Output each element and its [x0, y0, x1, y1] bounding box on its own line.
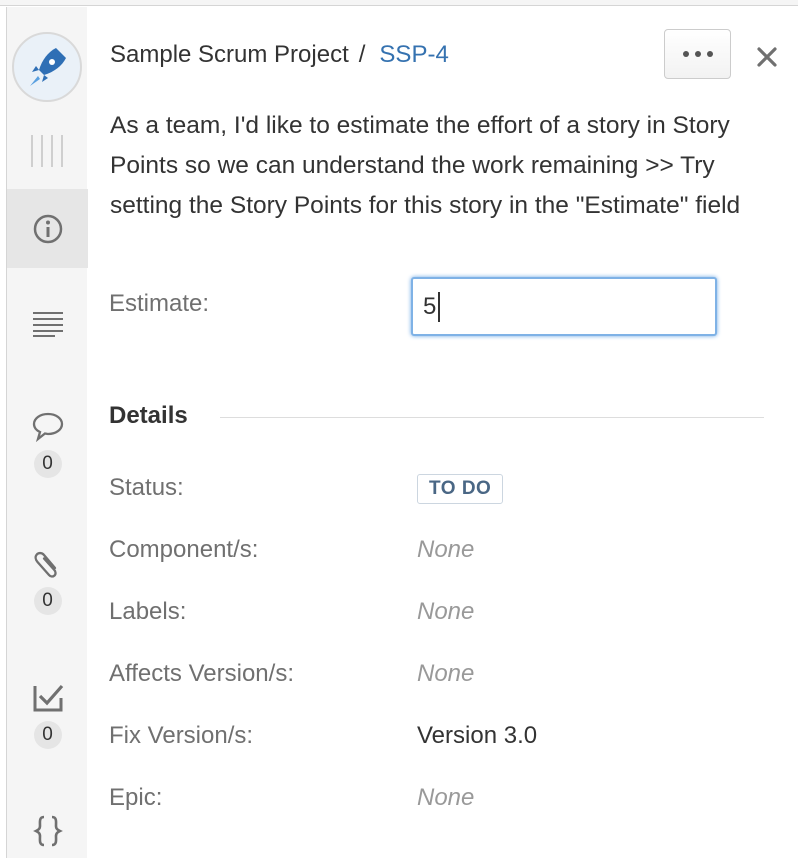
- issue-nav-rail: 0 0 0: [6, 7, 88, 858]
- components-label: Component/s:: [109, 536, 259, 563]
- more-dots-icon: [682, 51, 689, 57]
- status-badge[interactable]: TO DO: [417, 474, 504, 504]
- text-caret: [438, 292, 440, 322]
- breadcrumb: Sample Scrum Project / SSP-4: [110, 38, 449, 72]
- rail-item-development[interactable]: [7, 813, 88, 849]
- attachment-count: 0: [33, 587, 62, 615]
- epic-label: Epic:: [109, 784, 163, 811]
- fix-versions-label: Fix Version/s:: [109, 722, 254, 749]
- attachment-icon: [30, 545, 66, 581]
- project-avatar[interactable]: [12, 32, 82, 102]
- resize-grip[interactable]: [31, 135, 63, 167]
- rail-item-description[interactable]: [7, 305, 88, 341]
- labels-value[interactable]: None: [417, 598, 474, 626]
- status-label: Status:: [109, 474, 184, 501]
- rail-item-subtasks[interactable]: 0: [7, 679, 88, 749]
- labels-label: Labels:: [109, 598, 187, 625]
- subtask-count: 0: [33, 721, 62, 749]
- rail-item-details[interactable]: [7, 189, 88, 268]
- code-braces-icon: [30, 813, 66, 849]
- comment-icon: [30, 408, 66, 444]
- estimate-label: Estimate:: [109, 290, 210, 317]
- details-divider: [220, 417, 764, 418]
- project-name-link[interactable]: Sample Scrum Project: [110, 41, 349, 69]
- more-actions-button[interactable]: [664, 29, 731, 79]
- estimate-input[interactable]: [411, 277, 717, 336]
- issue-summary[interactable]: As a team, I'd like to estimate the effo…: [110, 106, 770, 226]
- subtask-icon: [30, 679, 66, 715]
- components-value[interactable]: None: [417, 536, 474, 564]
- affects-versions-value[interactable]: None: [417, 660, 474, 688]
- fix-versions-value[interactable]: Version 3.0: [417, 722, 537, 750]
- rail-item-attachments[interactable]: 0: [7, 545, 88, 615]
- top-border: [0, 0, 798, 6]
- close-button[interactable]: [752, 42, 782, 72]
- rail-item-comments[interactable]: 0: [7, 408, 88, 478]
- comment-count: 0: [33, 450, 62, 478]
- description-icon: [30, 305, 66, 341]
- rocket-icon: [30, 48, 66, 86]
- breadcrumb-separator: /: [358, 41, 366, 68]
- affects-versions-label: Affects Version/s:: [109, 660, 294, 687]
- details-heading: Details: [109, 402, 188, 429]
- info-icon: [30, 211, 66, 247]
- issue-key-link[interactable]: SSP-4: [379, 41, 448, 69]
- close-icon: [757, 47, 777, 67]
- epic-value[interactable]: None: [417, 784, 474, 812]
